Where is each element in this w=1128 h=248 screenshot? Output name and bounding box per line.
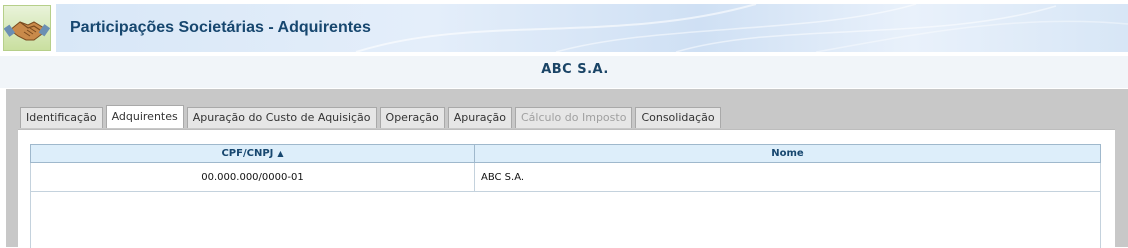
column-header-nome[interactable]: Nome	[474, 144, 1101, 163]
table-header-row: CPF/CNPJ ▲ Nome	[30, 144, 1101, 163]
page-title: Participações Societárias - Adquirentes	[70, 19, 371, 36]
tab-operacao[interactable]: Operação	[379, 107, 445, 128]
sort-ascending-icon: ▲	[277, 149, 284, 158]
tab-consolidacao[interactable]: Consolidação	[635, 107, 721, 128]
table-row[interactable]: 00.000.000/0000-01 ABC S.A.	[30, 162, 1101, 192]
company-name: ABC S.A.	[541, 62, 609, 77]
adquirentes-table: CPF/CNPJ ▲ Nome 00.000.000/0000-01 ABC S.…	[30, 144, 1101, 192]
handshake-icon	[3, 5, 51, 51]
cell-cpf-cnpj[interactable]: 00.000.000/0000-01	[30, 162, 475, 192]
header-banner: Participações Societárias - Adquirentes	[56, 4, 1128, 52]
main-panel: Identificação Adquirentes Apuração do Cu…	[6, 89, 1128, 248]
app-header: Participações Societárias - Adquirentes	[0, 0, 1128, 56]
table-empty-area	[30, 191, 1101, 248]
tab-calculo-imposto: Cálculo do Imposto	[515, 107, 633, 128]
tab-content: CPF/CNPJ ▲ Nome 00.000.000/0000-01 ABC S.…	[18, 129, 1115, 248]
column-header-label: Nome	[771, 148, 804, 159]
tab-identificacao[interactable]: Identificação	[20, 107, 103, 128]
tab-adquirentes[interactable]: Adquirentes	[105, 105, 184, 128]
column-header-cpf-cnpj[interactable]: CPF/CNPJ ▲	[30, 144, 475, 163]
column-header-label: CPF/CNPJ	[221, 148, 274, 159]
tab-apuracao-custo-aquisicao[interactable]: Apuração do Custo de Aquisição	[186, 107, 377, 128]
tab-bar: Identificação Adquirentes Apuração do Cu…	[20, 105, 724, 129]
cell-nome[interactable]: ABC S.A.	[474, 162, 1101, 192]
tab-apuracao[interactable]: Apuração	[447, 107, 512, 128]
